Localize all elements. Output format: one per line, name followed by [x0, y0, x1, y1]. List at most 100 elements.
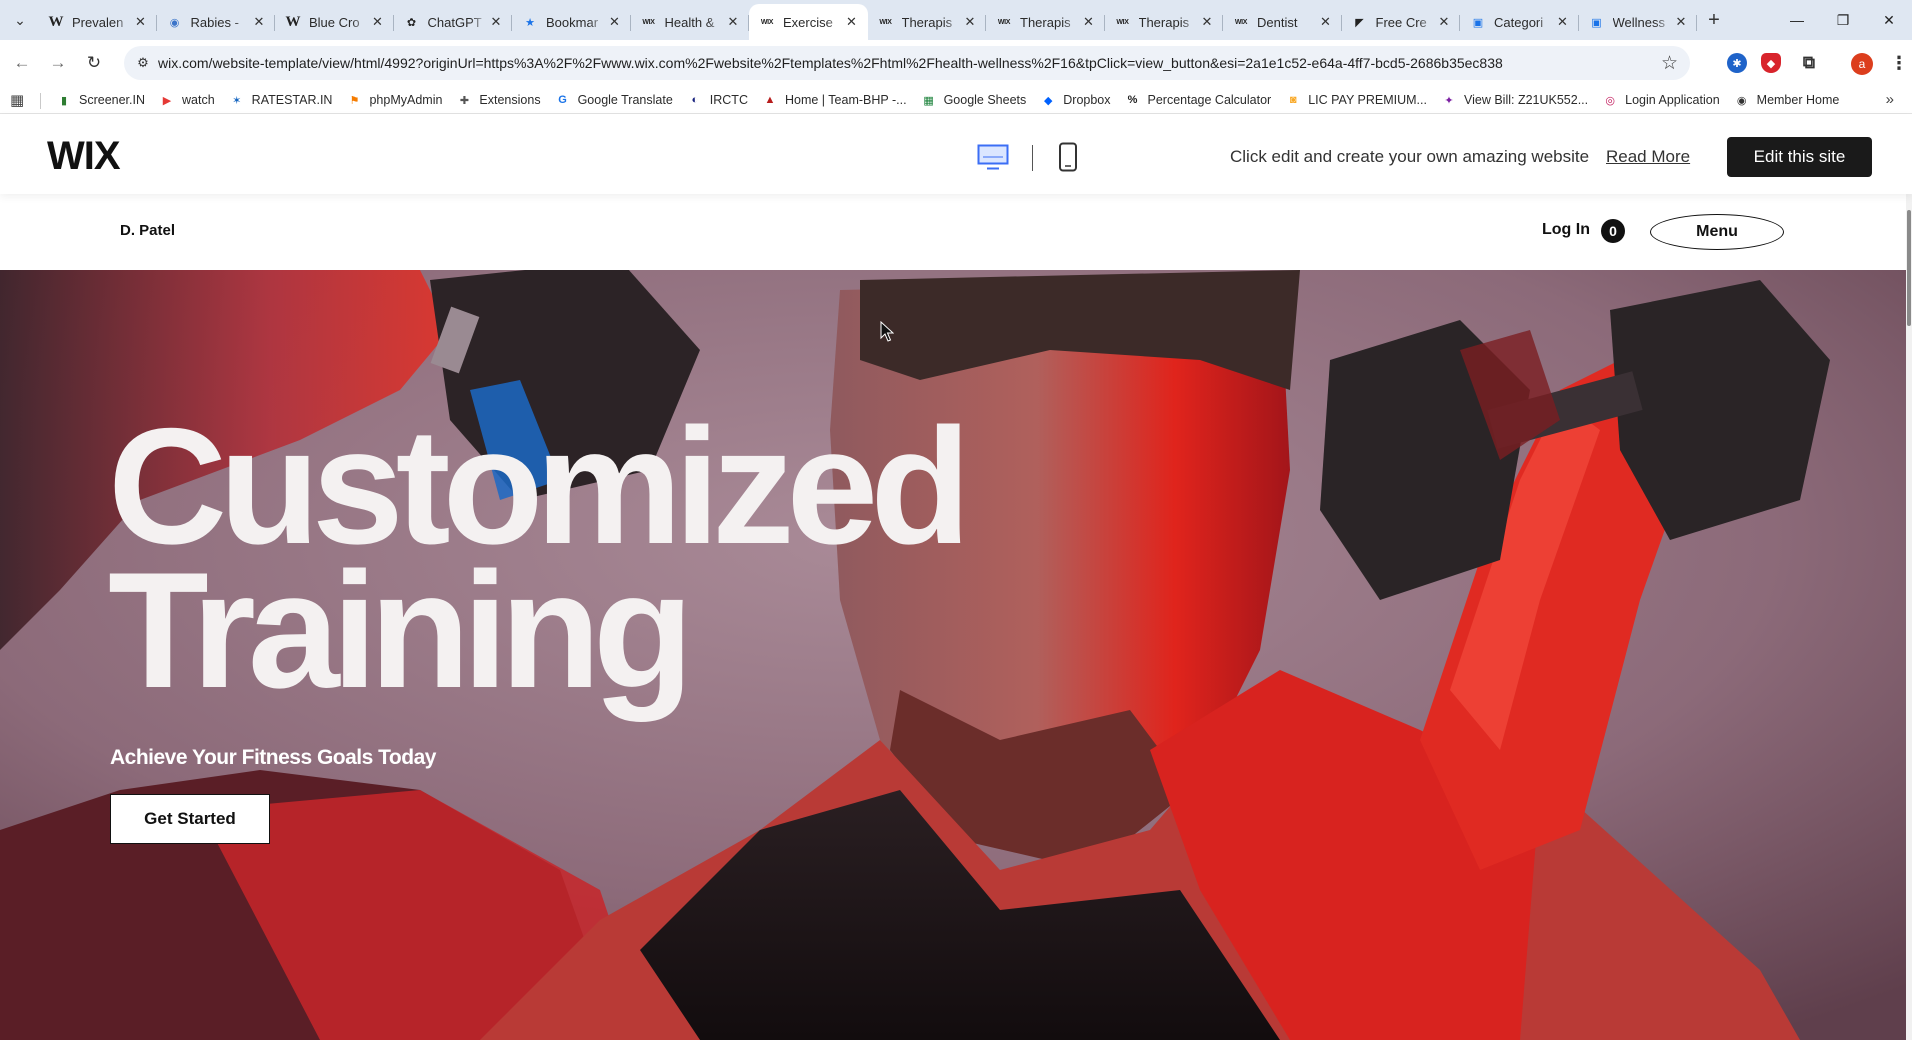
- close-icon[interactable]: ✕: [962, 14, 978, 30]
- bookmark-item[interactable]: ◎ Login Application: [1602, 92, 1720, 108]
- login-link[interactable]: Log In: [1542, 221, 1590, 239]
- desktop-view-icon[interactable]: [977, 144, 1009, 170]
- close-icon[interactable]: ✕: [844, 14, 860, 30]
- hero-title-line-2: Training: [108, 538, 694, 722]
- url-text[interactable]: wix.com/website-template/view/html/4992?…: [158, 55, 1503, 71]
- close-icon[interactable]: ✕: [607, 14, 623, 30]
- tab-14[interactable]: ▣ Wellness ✕: [1579, 6, 1698, 38]
- hero-title: Customized Training: [108, 404, 971, 722]
- tab-9[interactable]: WIX Therapis ✕: [986, 6, 1105, 38]
- bookmark-item[interactable]: % Percentage Calculator: [1125, 92, 1272, 108]
- bookmark-item[interactable]: ✦ View Bill: Z21UK552...: [1441, 92, 1588, 108]
- extension-globe-icon[interactable]: ✱: [1727, 53, 1747, 73]
- bookmark-label: Percentage Calculator: [1147, 93, 1272, 107]
- lic-icon: ◙: [1289, 94, 1297, 106]
- tab-7[interactable]: WIX Exercise ✕: [749, 4, 868, 40]
- bookmark-label: Login Application: [1625, 93, 1720, 107]
- wix-logo[interactable]: WIX: [47, 134, 121, 179]
- tab-6[interactable]: WIX Health & ✕: [631, 6, 750, 38]
- extensions-puzzle-icon[interactable]: ⧉: [1799, 53, 1819, 73]
- bookmark-item[interactable]: G Google Translate: [555, 92, 672, 108]
- wix-editor-icon: ▣: [1591, 16, 1602, 29]
- bookmark-label: Home | Team-BHP -...: [784, 93, 907, 107]
- close-icon[interactable]: ✕: [1199, 14, 1215, 30]
- bookmark-item[interactable]: ◆ Dropbox: [1040, 92, 1110, 108]
- chevron-double-right-icon[interactable]: »: [1886, 91, 1894, 108]
- restore-button[interactable]: ❐: [1820, 0, 1866, 40]
- tab-title: Exercise: [783, 14, 833, 30]
- tab-10[interactable]: WIX Therapis ✕: [1105, 6, 1224, 38]
- tab-13[interactable]: ▣ Categori ✕: [1460, 6, 1579, 38]
- new-tab-button[interactable]: +: [1702, 8, 1726, 32]
- close-icon[interactable]: ✕: [1555, 14, 1571, 30]
- close-icon[interactable]: ✕: [1673, 14, 1689, 30]
- close-icon: ✕: [1883, 11, 1895, 28]
- arrow-right-icon: →: [49, 53, 67, 72]
- tab-5[interactable]: ★ Bookmar ✕: [512, 6, 631, 38]
- apps-grid-icon[interactable]: ▦: [10, 91, 24, 109]
- scrollbar-thumb[interactable]: [1907, 210, 1911, 326]
- minimize-button[interactable]: —: [1774, 0, 1820, 40]
- cart-count-badge[interactable]: 0: [1601, 219, 1625, 243]
- bookmark-item[interactable]: ◙ LIC PAY PREMIUM...: [1285, 92, 1427, 108]
- minimize-icon: —: [1790, 12, 1804, 28]
- close-window-button[interactable]: ✕: [1866, 0, 1912, 40]
- tab-title: Therapis: [1020, 14, 1071, 30]
- tab-12[interactable]: ◤ Free Cre ✕: [1342, 6, 1461, 38]
- tab-search-button[interactable]: ⌄: [6, 8, 34, 32]
- close-icon[interactable]: ✕: [370, 14, 386, 30]
- read-more-link[interactable]: Read More: [1606, 147, 1690, 167]
- tab-4[interactable]: ✿ ChatGPT ✕: [394, 6, 513, 38]
- bookmark-label: View Bill: Z21UK552...: [1463, 93, 1589, 107]
- edit-this-site-button[interactable]: Edit this site: [1727, 137, 1872, 177]
- mobile-view-icon[interactable]: [1058, 142, 1078, 172]
- site-brand[interactable]: D. Patel: [120, 222, 175, 239]
- close-icon[interactable]: ✕: [725, 14, 741, 30]
- bookmark-label: Dropbox: [1063, 93, 1111, 107]
- tab-2[interactable]: ◉ Rabies - ✕: [157, 6, 276, 38]
- translate-icon: G: [558, 94, 567, 106]
- close-icon[interactable]: ✕: [488, 14, 504, 30]
- close-icon[interactable]: ✕: [1436, 14, 1452, 30]
- puzzle-icon: ✚: [459, 94, 470, 107]
- tab-title: Therapis: [901, 14, 953, 30]
- dropbox-icon: ◆: [1044, 94, 1053, 107]
- tab-title: Blue Cro: [309, 14, 360, 30]
- login-app-icon: ◎: [1605, 94, 1615, 107]
- forward-button[interactable]: →: [44, 49, 72, 77]
- close-icon[interactable]: ✕: [1318, 14, 1334, 30]
- bookmark-item[interactable]: ◐ IRCTC: [687, 92, 748, 108]
- tab-title: ChatGPT: [427, 14, 482, 30]
- close-icon[interactable]: ✕: [1081, 14, 1097, 30]
- reload-button[interactable]: ↻: [80, 49, 108, 77]
- bookmark-item[interactable]: ◉ Member Home: [1734, 92, 1839, 108]
- back-button[interactable]: ←: [8, 49, 36, 77]
- bookmark-item[interactable]: ▶ watch: [159, 92, 215, 108]
- tab-title: Free Cre: [1375, 14, 1427, 30]
- bookmark-star-icon[interactable]: ☆: [1661, 52, 1678, 75]
- bookmark-item[interactable]: ✶ RATESTAR.IN: [229, 92, 333, 108]
- bookmarks-bar: ▦ ▮ Screener.IN ▶ watch ✶ RATESTAR.IN ⚑ phpMyAd…: [0, 86, 1912, 114]
- address-bar[interactable]: ⚙ wix.com/website-template/view/html/499…: [124, 46, 1690, 80]
- site-info-icon[interactable]: ⚙: [134, 54, 152, 72]
- bookmark-item[interactable]: ▦ Google Sheets: [921, 92, 1026, 108]
- bookmark-item[interactable]: ▲ Home | Team-BHP -...: [762, 92, 907, 108]
- tab-list: W Prevalen ✕ ◉ Rabies - ✕ W Blue Cro ✕ ✿ ChatGPT ✕ ★…: [38, 4, 1697, 40]
- bookmark-label: RATESTAR.IN: [251, 93, 333, 107]
- profile-avatar[interactable]: a: [1851, 53, 1873, 75]
- chatgpt-icon: ✿: [406, 16, 417, 29]
- extension-shield-icon[interactable]: ◆: [1761, 53, 1781, 73]
- bookmark-item[interactable]: ✚ Extensions: [456, 92, 541, 108]
- get-started-button[interactable]: Get Started: [110, 794, 270, 844]
- bookmark-item[interactable]: ▮ Screener.IN: [56, 92, 145, 108]
- close-icon[interactable]: ✕: [133, 14, 149, 30]
- tab-11[interactable]: WIX Dentist ✕: [1223, 6, 1342, 38]
- menu-button[interactable]: Menu: [1650, 214, 1784, 250]
- tab-3[interactable]: W Blue Cro ✕: [275, 6, 394, 38]
- tab-8[interactable]: WIX Therapis ✕: [868, 6, 987, 38]
- kebab-menu-icon[interactable]: ⋮: [1890, 53, 1908, 74]
- bookmark-star-icon: ★: [525, 16, 535, 29]
- tab-1[interactable]: W Prevalen ✕: [38, 6, 157, 38]
- bookmark-item[interactable]: ⚑ phpMyAdmin: [346, 92, 443, 108]
- close-icon[interactable]: ✕: [251, 14, 267, 30]
